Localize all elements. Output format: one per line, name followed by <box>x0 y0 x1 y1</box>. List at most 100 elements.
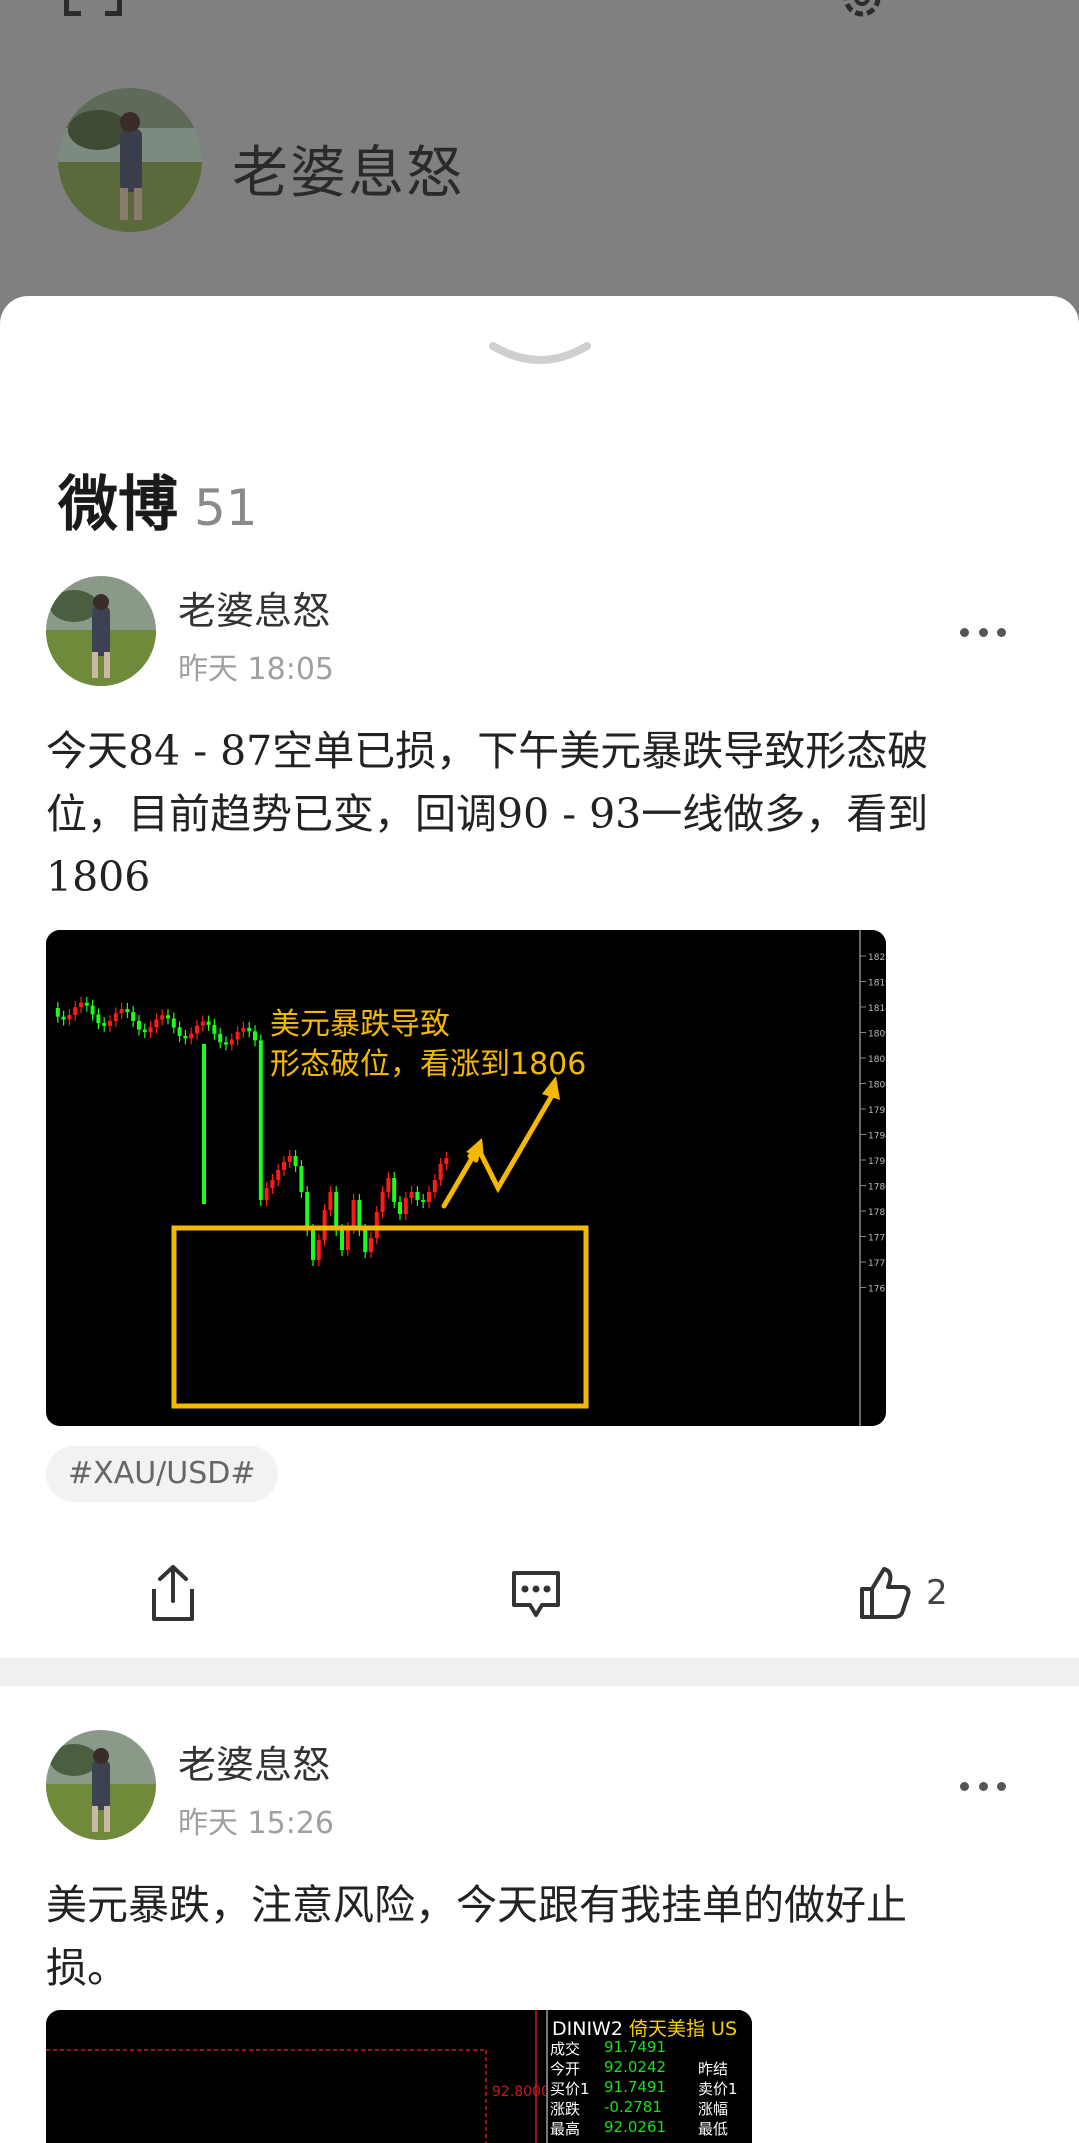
axis-tick-label: 1786 <box>868 1183 886 1193</box>
candle-body <box>264 1188 269 1200</box>
candle-body <box>160 1015 165 1020</box>
candle-body <box>305 1192 310 1230</box>
candle-body <box>322 1210 327 1240</box>
post-text-line: 位，目前趋势已变，回调90 - 93一线做多，看到 <box>46 790 929 838</box>
axis-tick-label: 1819 <box>868 979 886 989</box>
axis-tick-label: 1767 <box>868 1285 886 1295</box>
post-image-candlestick-chart[interactable]: 1823 1819 1814 1809 1805 1800 1795 1794 1791 1786… <box>46 930 886 1426</box>
candle-body <box>177 1027 182 1036</box>
thumbs-up-icon <box>860 1567 911 1619</box>
post-card[interactable]: 老婆息怒 昨天 15:26 美元暴跌，注意风险，今天跟有我挂单的做好止 损。 9… <box>0 1730 1079 2143</box>
candle-body <box>189 1033 194 1039</box>
quote-row: 最高 92.0261 最低 <box>550 2118 728 2139</box>
more-options-icon[interactable] <box>960 628 1006 640</box>
post-text-line: 1806 <box>46 853 151 901</box>
axis-tick-label: 1823 <box>868 953 886 963</box>
candle-body <box>235 1031 240 1040</box>
candle-body <box>316 1240 321 1260</box>
candle-body <box>79 1002 83 1008</box>
post-text: 今天84 - 87空单已损，下午美元暴跌导致形态破 位，目前趋势已变，回调90 … <box>46 720 1036 909</box>
candle-body <box>206 1021 211 1025</box>
candle-body <box>432 1180 437 1192</box>
quote-value: -0.2781 <box>604 2098 662 2116</box>
axis-tick-label: 1809 <box>868 1030 886 1040</box>
share-button[interactable] <box>148 1558 198 1628</box>
author-name[interactable]: 老婆息怒 <box>178 580 330 635</box>
candle-body <box>142 1029 147 1033</box>
axis-tick-label: 1814 <box>868 1004 886 1014</box>
candle-body <box>166 1015 170 1019</box>
topic-tag[interactable]: #XAU/USD# <box>46 1446 278 1502</box>
avatar[interactable] <box>46 576 156 686</box>
profile-name: 老婆息怒 <box>232 141 464 206</box>
axis-tick-label: 1794 <box>868 1132 886 1142</box>
candle-body <box>363 1230 368 1252</box>
settings-gear-icon[interactable] <box>838 0 886 22</box>
candle-body <box>119 1008 124 1014</box>
candle-body <box>311 1230 315 1260</box>
candle-body <box>241 1027 246 1032</box>
candle-body <box>200 1021 205 1026</box>
post-text: 美元暴跌，注意风险，今天跟有我挂单的做好止 损。 <box>46 1874 1036 2000</box>
quote-value: 92.0261 <box>604 2118 667 2136</box>
avatar[interactable] <box>46 1730 156 1840</box>
quote-row: 今开 92.0242 昨结 <box>550 2058 728 2079</box>
quote-panel: DINIW2 倚天美指 US 成交 91.7491 今开 92.0242 昨结 … <box>546 2010 752 2143</box>
collapse-chevron-icon[interactable] <box>489 340 591 372</box>
candle-body <box>253 1031 257 1041</box>
profile-avatar[interactable] <box>58 88 202 232</box>
candle-body <box>73 1007 78 1015</box>
candle-body <box>328 1192 333 1210</box>
quote-suffix: US <box>711 2018 738 2040</box>
candle-body <box>369 1238 373 1252</box>
like-button[interactable]: 2 <box>858 1558 948 1628</box>
candle-body <box>218 1033 223 1043</box>
candle-body <box>270 1180 275 1188</box>
candle-body <box>398 1202 402 1214</box>
quote-key-2: 卖价1 <box>698 2080 738 2098</box>
candle-body <box>148 1027 153 1033</box>
candle-body <box>224 1042 228 1045</box>
quote-key: 最高 <box>550 2120 581 2138</box>
candle-body <box>61 1016 66 1020</box>
post-text-line: 美元暴跌，注意风险，今天跟有我挂单的做好止 <box>46 1881 907 1929</box>
axis-tick-label: 1800 <box>868 1081 886 1091</box>
candle-body <box>351 1200 356 1228</box>
candle-body <box>293 1156 298 1166</box>
quote-key-2: 昨结 <box>698 2060 729 2078</box>
candle-body <box>125 1008 130 1013</box>
post-text-line: 今天84 - 87空单已损，下午美元暴跌导致形态破 <box>46 727 929 775</box>
candle-body <box>67 1014 72 1020</box>
candle-body <box>183 1035 188 1039</box>
candle-body <box>229 1039 234 1045</box>
candle-body <box>386 1178 391 1192</box>
candle-body <box>131 1012 136 1021</box>
quote-value: 92.0242 <box>604 2058 667 2076</box>
post-card[interactable]: 老婆息怒 昨天 18:05 今天84 - 87空单已损，下午美元暴跌导致形态破 … <box>0 576 1079 1506</box>
chart-annotation: 形态破位，看涨到1806 <box>270 1047 586 1082</box>
candle-body <box>282 1162 286 1170</box>
candle-body <box>276 1170 281 1180</box>
weibo-sheet: 微博 51 老婆息怒 昨天 18:05 今天84 - 87空单已损，下午美元暴跌… <box>0 296 1079 2143</box>
candle-body <box>90 1005 95 1015</box>
post-count: 51 <box>194 479 258 537</box>
candle-body <box>96 1014 101 1024</box>
share-icon <box>152 1565 194 1621</box>
candle-body <box>55 1008 60 1017</box>
candle-body <box>195 1025 199 1034</box>
candle-body <box>409 1192 414 1198</box>
post-image-quote-screenshot[interactable]: 92.8000 DINIW2 倚天美指 US 成交 91.7491 今开 92.… <box>46 2010 752 2143</box>
candle-body <box>415 1192 420 1200</box>
candle-body <box>258 1040 263 1200</box>
dollar-index-chart: 92.8000 <box>46 2010 546 2143</box>
candle-body <box>202 1044 206 1204</box>
scan-icon[interactable] <box>64 0 122 16</box>
more-options-icon[interactable] <box>960 1782 1006 1794</box>
quote-row: 成交 91.7491 <box>550 2038 666 2059</box>
chart-annotation: 美元暴跌导致 <box>270 1007 450 1042</box>
quote-header: DINIW2 倚天美指 US <box>552 2014 737 2041</box>
candle-body <box>287 1156 292 1162</box>
comment-button[interactable] <box>508 1558 564 1628</box>
author-name[interactable]: 老婆息怒 <box>178 1734 330 1789</box>
candle-body <box>340 1230 344 1250</box>
